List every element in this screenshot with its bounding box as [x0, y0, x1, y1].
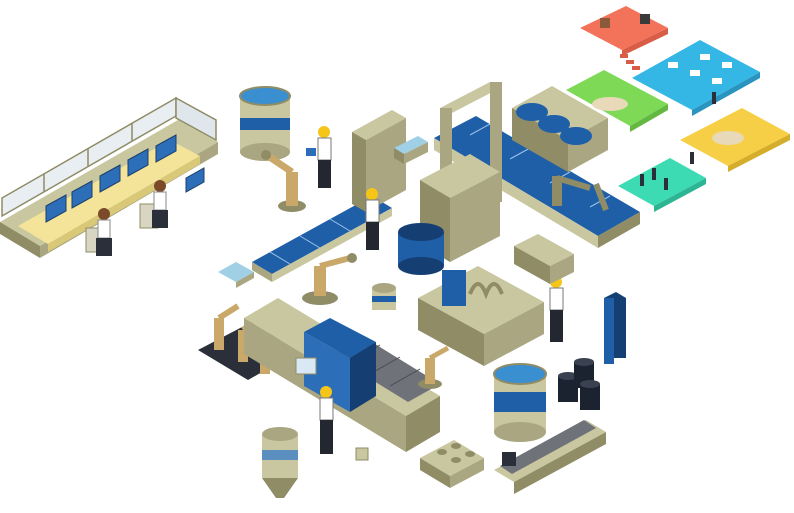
factory-scene-svg [0, 6, 790, 498]
factory-worker-icon [549, 276, 564, 342]
small-tank-icon [372, 283, 396, 310]
robotic-arm-icon [261, 150, 306, 212]
control-room-icon [0, 96, 218, 258]
parts-tray-icon [420, 440, 484, 488]
pillar-icon [604, 292, 626, 364]
storage-tank-icon [493, 363, 547, 442]
robotic-arm-icon [418, 345, 450, 389]
office-floor-icon [566, 6, 790, 212]
storage-tank-icon [398, 223, 444, 275]
tool-cabinet-icon [218, 262, 254, 288]
storage-tank-icon [239, 86, 291, 161]
small-crate-icon [355, 447, 369, 461]
hopper-silo-icon [262, 427, 298, 498]
packaging-machine-icon [418, 266, 544, 366]
control-station-icon [295, 318, 376, 412]
factory-worker-icon [306, 126, 332, 188]
oil-barrel-icon [558, 358, 600, 410]
crates-icon [514, 234, 574, 284]
factory-illustration [0, 0, 794, 509]
press-machine-icon [352, 110, 406, 212]
